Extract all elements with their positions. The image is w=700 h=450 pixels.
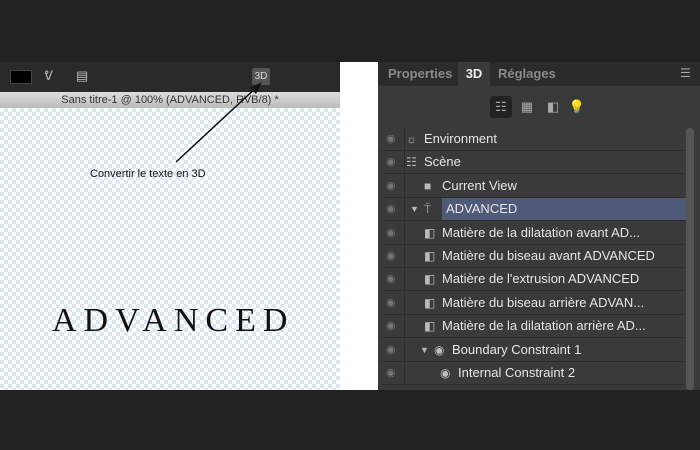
layer-label: ADVANCED — [442, 198, 686, 221]
layer-row[interactable]: ◉ ■ Current View — [382, 174, 684, 198]
expand-triangle-icon[interactable]: ▼ — [420, 339, 429, 361]
divider — [404, 362, 405, 384]
layer-label: Internal Constraint 2 — [458, 365, 576, 380]
layer-label: Boundary Constraint 1 — [452, 341, 582, 357]
layer-label: Current View — [442, 177, 517, 193]
layer-row[interactable]: ◉ ▼ ⍑ ADVANCED — [382, 198, 686, 222]
divider — [404, 221, 405, 244]
visibility-eye-icon[interactable]: ◉ — [386, 128, 396, 150]
visibility-eye-icon[interactable]: ◉ — [386, 268, 396, 290]
layer-row[interactable]: ◉ ☼ Environment — [382, 128, 684, 151]
layer-row[interactable]: ◉ ◧ Matière du biseau avant ADVANCED — [382, 245, 684, 268]
layer-label: Matière de la dilatation avant AD... — [442, 224, 641, 240]
divider — [404, 198, 405, 221]
visibility-eye-icon[interactable]: ◉ — [386, 222, 396, 244]
material-filter-icon[interactable]: ◧ — [542, 96, 564, 118]
divider — [404, 291, 405, 314]
tab-3d[interactable]: 3D — [458, 62, 490, 86]
layer-row[interactable]: ◉ ◧ Matière de la dilatation arrière AD... — [382, 315, 684, 339]
divider — [404, 315, 405, 338]
environment-icon: ☼ — [406, 132, 417, 146]
divider — [404, 151, 405, 174]
light-filter-icon[interactable]: 💡 — [566, 96, 588, 118]
visibility-eye-icon[interactable]: ◉ — [386, 198, 396, 220]
scene-icon: ☷ — [406, 155, 417, 170]
material-icon: ◧ — [424, 295, 436, 310]
tab-reglages[interactable]: Réglages — [498, 62, 558, 86]
visibility-eye-icon[interactable]: ◉ — [386, 315, 396, 337]
visibility-eye-icon[interactable]: ◉ — [386, 292, 396, 314]
visibility-eye-icon[interactable]: ◉ — [386, 175, 396, 197]
material-icon: ◧ — [424, 249, 436, 263]
tab-properties[interactable]: Properties — [388, 62, 452, 86]
visibility-eye-icon[interactable]: ◉ — [386, 245, 396, 267]
camera-icon: ■ — [424, 178, 432, 193]
mesh-filter-icon[interactable]: ▦ — [516, 96, 538, 118]
layer-label: Environment — [424, 131, 497, 146]
panel-menu-icon[interactable]: ☰ — [680, 66, 691, 80]
character-panel-icon[interactable]: ▤ — [76, 68, 88, 84]
layer-row[interactable]: ◉ ◧ Matière du biseau arrière ADVAN... — [382, 291, 684, 315]
divider — [404, 268, 405, 291]
layer-row[interactable]: ◉ ◉ Internal Constraint 2 — [382, 362, 684, 385]
scrollbar[interactable] — [686, 128, 694, 390]
visibility-eye-icon[interactable]: ◉ — [386, 362, 396, 384]
material-icon: ◧ — [424, 319, 436, 334]
layer-label: Matière du biseau arrière ADVAN... — [442, 294, 645, 310]
layer-row[interactable]: ◉ ▼ ◉ Boundary Constraint 1 — [382, 338, 684, 362]
layer-label: Scène — [424, 154, 461, 170]
layer-row[interactable]: ◉ ☷ Scène — [382, 151, 684, 175]
mesh-icon: ⍑ — [424, 202, 432, 217]
divider — [404, 174, 405, 197]
layer-label: Matière du biseau avant ADVANCED — [442, 248, 655, 263]
visibility-eye-icon[interactable]: ◉ — [386, 339, 396, 361]
color-swatch[interactable] — [10, 70, 32, 84]
canvas-text: ADVANCED — [52, 302, 295, 339]
divider — [404, 128, 405, 150]
layer-row[interactable]: ◉ ◧ Matière de la dilatation avant AD... — [382, 221, 684, 245]
warp-text-icon[interactable]: ᕓ — [44, 68, 53, 84]
constraint-icon: ◉ — [434, 342, 445, 357]
material-icon: ◧ — [424, 225, 436, 240]
layer-label: Matière de la dilatation arrière AD... — [442, 318, 646, 334]
expand-triangle-icon[interactable]: ▼ — [410, 198, 419, 220]
layer-row[interactable]: ◉ ◧ Matière de l'extrusion ADVANCED — [382, 268, 684, 292]
annotation-arrow — [175, 82, 262, 163]
material-icon: ◧ — [424, 272, 436, 287]
scene-filter-icon[interactable]: ☷ — [490, 96, 512, 118]
constraint-icon: ◉ — [440, 366, 451, 380]
visibility-eye-icon[interactable]: ◉ — [386, 151, 396, 173]
divider — [404, 245, 405, 267]
divider — [404, 338, 405, 361]
layer-label: Matière de l'extrusion ADVANCED — [442, 271, 640, 287]
